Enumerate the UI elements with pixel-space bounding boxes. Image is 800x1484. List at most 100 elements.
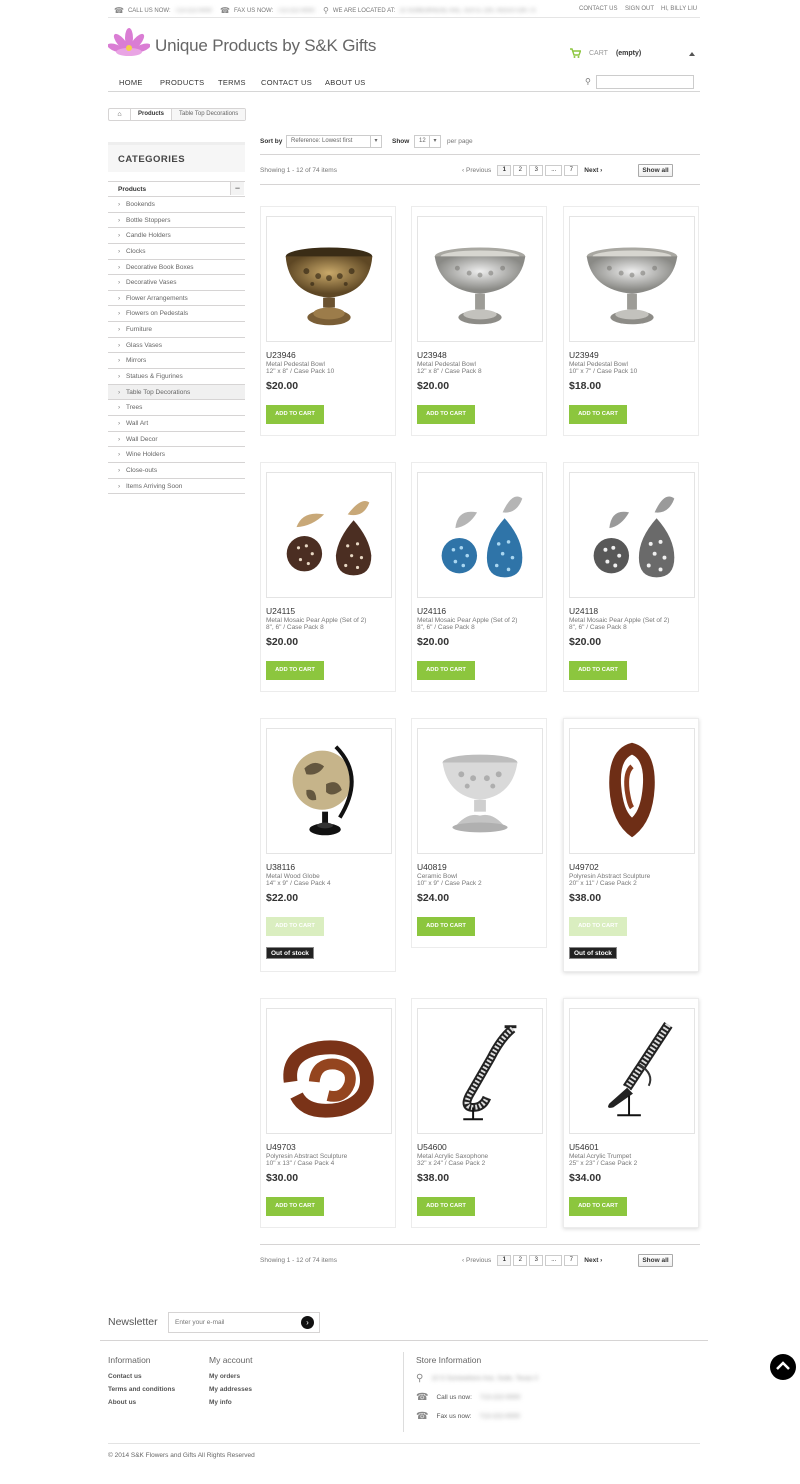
category-parent-products[interactable]: Products	[108, 181, 245, 197]
product-name[interactable]: Polyresin Abstract Sculpture	[266, 1153, 347, 1160]
page-1[interactable]: 1	[497, 1255, 512, 1266]
my-addresses-link[interactable]: My addresses	[209, 1386, 252, 1393]
newsletter-submit-icon[interactable]: ›	[301, 1316, 314, 1329]
product-card[interactable]: U54601 Metal Acrylic Trumpet 25" x 23" / C…	[563, 998, 699, 1228]
product-name[interactable]: Metal Pedestal Bowl	[266, 361, 325, 368]
product-card[interactable]: U23946 Metal Pedestal Bowl 12" x 8" / Case…	[260, 206, 396, 436]
category-collapse-toggle[interactable]: −	[230, 182, 244, 195]
product-card[interactable]: U24118 Metal Mosaic Pear Apple (Set of 2)…	[563, 462, 699, 692]
page-3[interactable]: 3	[529, 165, 544, 176]
product-card[interactable]: U24115 Metal Mosaic Pear Apple (Set of 2)…	[260, 462, 396, 692]
show-all-button[interactable]: Show all	[638, 1254, 673, 1267]
product-reference[interactable]: U40819	[417, 862, 447, 872]
footer-about-us-link[interactable]: About us	[108, 1399, 136, 1406]
product-image[interactable]	[569, 216, 695, 342]
product-name[interactable]: Metal Mosaic Pear Apple (Set of 2)	[569, 617, 669, 624]
product-image[interactable]	[417, 216, 543, 342]
category-item[interactable]: › Flowers on Pedestals	[108, 306, 245, 323]
show-all-button[interactable]: Show all	[638, 164, 673, 177]
product-reference[interactable]: U49702	[569, 862, 599, 872]
nav-terms[interactable]: TERMS	[218, 78, 246, 87]
contact-us-link[interactable]: CONTACT US	[579, 6, 617, 12]
product-image[interactable]	[417, 728, 543, 854]
page-7[interactable]: 7	[564, 1255, 579, 1266]
product-image[interactable]	[569, 1008, 695, 1134]
add-to-cart-button[interactable]: ADD TO CART	[417, 917, 475, 936]
category-item[interactable]: › Glass Vases	[108, 338, 245, 354]
pagination-next[interactable]: Next ›	[584, 167, 602, 174]
product-reference[interactable]: U24116	[417, 606, 446, 616]
product-image[interactable]	[569, 728, 695, 854]
logo-text[interactable]: Unique Products by S&K Gifts	[155, 36, 376, 56]
my-orders-link[interactable]: My orders	[209, 1373, 240, 1380]
product-reference[interactable]: U54601	[569, 1142, 599, 1152]
product-name[interactable]: Polyresin Abstract Sculpture	[569, 873, 650, 880]
nav-contact-us[interactable]: CONTACT US	[261, 78, 312, 87]
pagination-previous[interactable]: ‹ Previous	[462, 1257, 491, 1264]
pagination-previous[interactable]: ‹ Previous	[462, 167, 491, 174]
my-account-title[interactable]: My account	[209, 1355, 252, 1365]
product-reference[interactable]: U24118	[569, 606, 598, 616]
product-image[interactable]	[569, 472, 695, 598]
product-name[interactable]: Metal Acrylic Saxophone	[417, 1153, 488, 1160]
logo-flower-icon[interactable]	[108, 28, 150, 62]
newsletter-email-input[interactable]: Enter your e-mail	[168, 1312, 320, 1333]
page-2[interactable]: 2	[513, 1255, 528, 1266]
category-item[interactable]: › Wall Art	[108, 416, 245, 432]
add-to-cart-button[interactable]: ADD TO CART	[417, 1197, 475, 1216]
product-reference[interactable]: U23948	[417, 350, 447, 360]
page-3[interactable]: 3	[529, 1255, 544, 1266]
category-item[interactable]: › Decorative Vases	[108, 275, 245, 291]
product-card[interactable]: U54600 Metal Acrylic Saxophone 32" x 24" /…	[411, 998, 547, 1228]
product-name[interactable]: Metal Mosaic Pear Apple (Set of 2)	[266, 617, 366, 624]
search-icon[interactable]: ⚲	[585, 77, 591, 86]
category-item[interactable]: › Table Top Decorations	[108, 384, 245, 401]
product-image[interactable]	[266, 472, 392, 598]
sort-select[interactable]: Reference: Lowest first ▾	[286, 135, 382, 148]
scroll-to-top-button[interactable]	[770, 1354, 796, 1380]
add-to-cart-button[interactable]: ADD TO CART	[266, 405, 324, 424]
breadcrumb-products[interactable]: Products	[131, 109, 173, 120]
product-reference[interactable]: U54600	[417, 1142, 447, 1152]
category-item[interactable]: › Trees	[108, 400, 245, 416]
footer-contact-us-link[interactable]: Contact us	[108, 1373, 142, 1380]
product-reference[interactable]: U38116	[266, 862, 295, 872]
product-image[interactable]	[266, 1008, 392, 1134]
product-image[interactable]	[266, 728, 392, 854]
add-to-cart-button[interactable]: ADD TO CART	[417, 405, 475, 424]
footer-terms-link[interactable]: Terms and conditions	[108, 1386, 175, 1393]
product-card[interactable]: U24116 Metal Mosaic Pear Apple (Set of 2)…	[411, 462, 547, 692]
add-to-cart-button[interactable]: ADD TO CART	[266, 1197, 324, 1216]
product-name[interactable]: Metal Pedestal Bowl	[417, 361, 476, 368]
add-to-cart-button[interactable]: ADD TO CART	[569, 661, 627, 680]
category-item[interactable]: › Bookends	[108, 197, 245, 213]
category-item[interactable]: › Wall Decor	[108, 432, 245, 448]
cart-summary[interactable]: CART (empty)	[570, 48, 641, 58]
category-item[interactable]: › Furniture	[108, 322, 245, 338]
add-to-cart-button[interactable]: ADD TO CART	[569, 405, 627, 424]
category-item[interactable]: › Mirrors	[108, 353, 245, 370]
product-card[interactable]: U23949 Metal Pedestal Bowl 10" x 7" / Case…	[563, 206, 699, 436]
product-reference[interactable]: U23946	[266, 350, 296, 360]
category-item[interactable]: › Items Arriving Soon	[108, 479, 245, 495]
category-item[interactable]: › Close-outs	[108, 463, 245, 479]
product-image[interactable]	[417, 472, 543, 598]
product-card[interactable]: U23948 Metal Pedestal Bowl 12" x 8" / Case…	[411, 206, 547, 436]
product-name[interactable]: Metal Acrylic Trumpet	[569, 1153, 631, 1160]
add-to-cart-button[interactable]: ADD TO CART	[417, 661, 475, 680]
product-name[interactable]: Metal Pedestal Bowl	[569, 361, 628, 368]
per-page-select[interactable]: 12 ▾	[414, 135, 441, 148]
category-item[interactable]: › Wine Holders	[108, 447, 245, 463]
page-2[interactable]: 2	[513, 165, 528, 176]
product-reference[interactable]: U24115	[266, 606, 295, 616]
search-input[interactable]	[596, 75, 694, 89]
product-card[interactable]: U49703 Polyresin Abstract Sculpture 10" x …	[260, 998, 396, 1228]
category-item[interactable]: › Flower Arrangements	[108, 291, 245, 307]
product-card[interactable]: U49702 Polyresin Abstract Sculpture 20" x …	[563, 718, 699, 972]
product-reference[interactable]: U23949	[569, 350, 599, 360]
category-item[interactable]: › Bottle Stoppers	[108, 213, 245, 229]
pagination-next[interactable]: Next ›	[584, 1257, 602, 1264]
product-card[interactable]: U38116 Metal Wood Globe 14" x 9" / Case Pa…	[260, 718, 396, 972]
category-item[interactable]: › Statues & Figurines	[108, 369, 245, 385]
product-reference[interactable]: U49703	[266, 1142, 296, 1152]
